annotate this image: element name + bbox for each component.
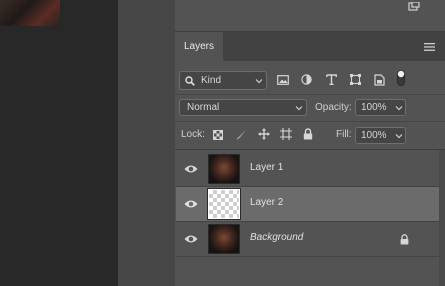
layer-name[interactable]: Layer 2 (250, 197, 283, 208)
opacity-label: Opacity: (315, 102, 352, 113)
artboard-icon[interactable] (280, 128, 292, 140)
panel-separator (175, 121, 445, 122)
layer-row[interactable]: Layer 1 (176, 152, 439, 187)
panel-separator (175, 94, 445, 95)
lock-label: Lock: (181, 129, 205, 140)
layer-row[interactable]: Background (176, 222, 439, 257)
lock-transparent-icon[interactable] (213, 130, 223, 140)
chevron-down-icon (295, 106, 303, 111)
eye-icon[interactable] (184, 234, 198, 244)
search-icon (185, 76, 195, 86)
smart-object-filter-icon[interactable] (374, 74, 385, 86)
layer-name[interactable]: Background (250, 232, 303, 243)
eye-icon[interactable] (184, 164, 198, 174)
chevron-down-icon (255, 79, 263, 84)
layer-thumbnail (208, 224, 240, 254)
lock-image-icon[interactable] (236, 129, 247, 140)
chevron-down-icon (395, 106, 403, 111)
fill-label: Fill: (336, 129, 352, 140)
lock-icon[interactable] (400, 234, 409, 245)
filter-kind-select[interactable]: Kind (179, 71, 267, 90)
opacity-field[interactable]: 100% (355, 99, 406, 116)
layers-scrollbar[interactable] (439, 150, 445, 286)
panel-separator (175, 149, 445, 150)
lock-position-icon[interactable] (258, 128, 270, 140)
filter-toggle-icon[interactable] (397, 70, 405, 86)
blend-mode-value: Normal (187, 102, 220, 113)
layer-thumbnail (208, 154, 240, 184)
layer-thumbnail-transparent (207, 188, 241, 220)
document-canvas[interactable] (0, 0, 118, 286)
fill-field[interactable]: 100% (355, 127, 406, 144)
image-filter-icon[interactable] (277, 75, 289, 85)
opacity-value: 100% (361, 102, 387, 113)
filter-kind-label: Kind (201, 75, 222, 86)
panel-gutter (118, 0, 176, 286)
lock-all-icon[interactable] (303, 128, 313, 140)
layer-row-selected[interactable]: Layer 2 (176, 187, 439, 222)
eye-icon[interactable] (184, 199, 198, 209)
blend-mode-select[interactable]: Normal (179, 99, 307, 116)
layer-name[interactable]: Layer 1 (250, 162, 283, 173)
adjustment-filter-icon[interactable] (301, 74, 312, 85)
fill-value: 100% (361, 130, 387, 141)
canvas-image-fragment (0, 0, 60, 26)
upper-panel (175, 0, 445, 31)
type-filter-icon[interactable] (326, 74, 337, 85)
tab-layers[interactable]: Layers (175, 32, 223, 61)
shape-filter-icon[interactable] (350, 74, 361, 85)
chevron-down-icon (395, 134, 403, 139)
new-document-icon[interactable] (408, 2, 420, 12)
panel-menu-icon[interactable] (424, 43, 435, 51)
